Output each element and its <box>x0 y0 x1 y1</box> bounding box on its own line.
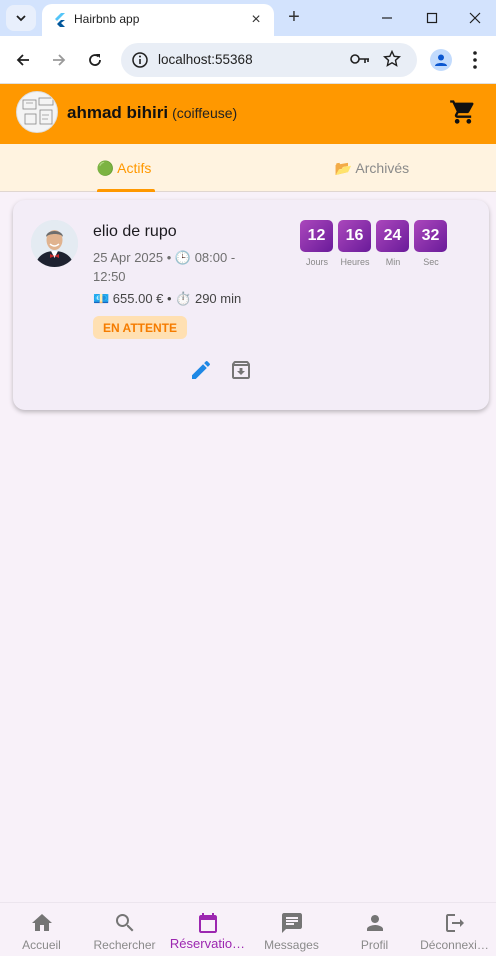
address-bar[interactable]: localhost:55368 <box>121 43 417 77</box>
nav-accueil-label: Accueil <box>22 938 61 952</box>
profile-icon[interactable] <box>430 49 452 71</box>
countdown-minutes: 24 Min <box>376 220 410 267</box>
home-icon <box>31 914 52 931</box>
browser-toolbar: localhost:55368 <box>0 36 496 84</box>
tab-archives-label: 📂 Archivés <box>334 159 410 176</box>
minimize-icon[interactable] <box>375 6 399 30</box>
countdown-minutes-value: 24 <box>376 220 409 252</box>
close-window-icon[interactable] <box>463 6 487 30</box>
client-avatar <box>31 220 78 267</box>
browser-tab[interactable]: Hairbnb app × <box>42 4 274 36</box>
app-bar: ahmad bihiri (coiffeuse) <box>0 84 496 144</box>
status-badge: EN ATTENTE <box>93 316 187 339</box>
countdown-timer: 12 Jours 16 Heures 24 Min 32 Sec <box>300 220 450 270</box>
booking-datetime: 25 Apr 2025 • 🕒 08:00 - 12:50 <box>93 250 236 284</box>
forward-arrow-icon[interactable] <box>47 48 71 72</box>
more-menu-icon[interactable] <box>472 50 478 70</box>
nav-messages-label: Messages <box>264 938 319 952</box>
nav-deconnexion-label: Déconnexi… <box>420 938 489 952</box>
nav-profil[interactable]: Profil <box>333 903 416 956</box>
site-info-icon[interactable] <box>131 51 149 69</box>
countdown-days-value: 12 <box>300 220 333 252</box>
flutter-icon <box>55 13 65 27</box>
countdown-hours-label: Heures <box>340 257 370 267</box>
search-icon <box>115 914 133 932</box>
countdown-days-label: Jours <box>305 257 328 267</box>
close-tab-icon[interactable]: × <box>246 10 266 30</box>
person-icon <box>366 915 383 931</box>
bookmark-star-icon[interactable] <box>383 50 401 68</box>
back-arrow-icon[interactable] <box>11 48 35 72</box>
chevron-down-icon <box>16 15 26 22</box>
user-name: ahmad bihiri (coiffeuse) <box>67 103 237 123</box>
nav-reservations[interactable]: Réservatio… <box>166 903 249 956</box>
countdown-days: 12 Jours <box>300 220 334 267</box>
tab-title: Hairbnb app <box>74 12 140 26</box>
archive-icon[interactable] <box>229 358 253 382</box>
reload-icon[interactable] <box>83 48 107 72</box>
browser-tab-bar: Hairbnb app × + <box>0 0 496 36</box>
tab-search-button[interactable] <box>6 5 36 31</box>
maximize-icon[interactable] <box>420 6 444 30</box>
key-icon[interactable] <box>350 52 370 66</box>
countdown-hours-value: 16 <box>338 220 371 252</box>
nav-rechercher-label: Rechercher <box>93 938 156 952</box>
url-text[interactable]: localhost:55368 <box>158 52 253 67</box>
shopping-cart-icon[interactable] <box>449 98 477 126</box>
client-name: elio de rupo <box>93 223 177 240</box>
tab-indicator <box>97 189 155 192</box>
user-avatar[interactable] <box>16 91 58 133</box>
tab-actifs[interactable]: 🟢 Actifs <box>0 144 248 192</box>
nav-profil-label: Profil <box>360 938 389 952</box>
logout-icon <box>445 914 464 932</box>
user-name-text: ahmad bihiri <box>67 103 169 122</box>
nav-accueil[interactable]: Accueil <box>0 903 83 956</box>
edit-pencil-icon[interactable] <box>189 358 213 382</box>
bottom-navigation: Accueil Rechercher Réservatio… Messages … <box>0 902 496 956</box>
message-icon <box>281 913 302 933</box>
nav-messages[interactable]: Messages <box>250 903 333 956</box>
countdown-seconds-value: 32 <box>414 220 447 252</box>
booking-price-duration: 💶 655.00 € • ⏱️ 290 min <box>93 291 242 306</box>
client-photo-icon <box>31 220 78 267</box>
calendar-icon <box>198 913 217 933</box>
countdown-seconds: 32 Sec <box>414 220 448 267</box>
countdown-seconds-label: Sec <box>423 257 439 267</box>
tab-actifs-label: 🟢 Actifs <box>96 159 152 176</box>
avatar-image-icon <box>22 97 54 125</box>
countdown-minutes-label: Min <box>385 257 401 267</box>
countdown-hours: 16 Heures <box>338 220 372 267</box>
nav-reservations-label: Réservatio… <box>169 936 246 951</box>
new-tab-button[interactable]: + <box>284 7 304 27</box>
nav-deconnexion[interactable]: Déconnexi… <box>413 903 496 956</box>
user-role: (coiffeuse) <box>172 105 238 121</box>
booking-card[interactable]: elio de rupo 25 Apr 2025 • 🕒 08:00 - 12:… <box>13 200 489 410</box>
tab-archives[interactable]: 📂 Archivés <box>248 144 496 192</box>
nav-rechercher[interactable]: Rechercher <box>83 903 166 956</box>
reservation-tabs: 🟢 Actifs 📂 Archivés <box>0 144 496 192</box>
